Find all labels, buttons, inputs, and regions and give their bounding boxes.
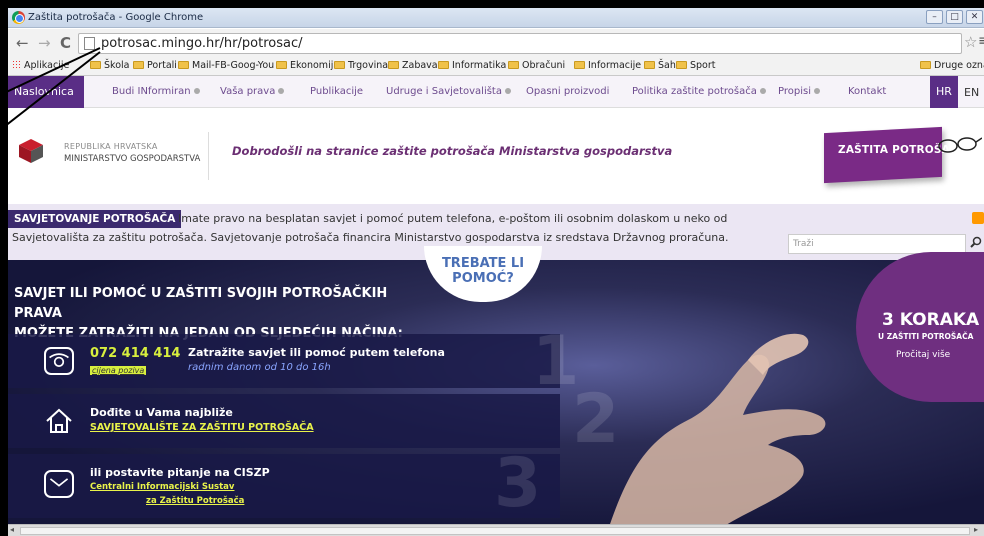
- bookmark-star-icon[interactable]: ☆: [964, 33, 977, 51]
- rss-icon[interactable]: [972, 212, 984, 224]
- chrome-menu-icon[interactable]: ≡: [978, 33, 984, 49]
- bookmark-folder[interactable]: Portali: [133, 60, 177, 71]
- folder-icon: [178, 61, 189, 69]
- folder-icon: [508, 61, 519, 69]
- chrome-logo-icon: [12, 11, 25, 24]
- bookmark-other[interactable]: Druge oznake: [920, 60, 984, 71]
- help-row-visit[interactable]: Dođite u Vama najbliže SAVJETOVALIŠTE ZA…: [8, 380, 619, 459]
- help-hero: TREBATE LI POMOĆ? SAVJET ILI POMOĆ U ZAŠ…: [8, 246, 984, 530]
- ministry-cube-logo-icon[interactable]: [18, 138, 44, 164]
- help-row-ciszp[interactable]: ili postavite pitanje na CISZP Centralni…: [8, 444, 560, 523]
- nav-propisi[interactable]: Propisi: [778, 86, 820, 97]
- read-more-link[interactable]: Pročitaj više: [896, 350, 950, 360]
- bookmark-folder[interactable]: Šah: [644, 60, 676, 71]
- bookmark-folder[interactable]: Ekonomija: [276, 60, 339, 71]
- bookmarks-bar: Aplikacije Škola Portali Mail-FB-Goog-Yo…: [8, 57, 984, 76]
- nav-udruge[interactable]: Udruge i Savjetovališta: [386, 86, 511, 97]
- phone-help-text: Zatražite savjet ili pomoć putem telefon…: [188, 346, 445, 359]
- nav-politika[interactable]: Politika zaštite potrošača: [632, 86, 766, 97]
- folder-icon: [388, 61, 399, 69]
- phone-icon: [44, 347, 74, 375]
- step-number: 3: [494, 444, 542, 523]
- call-price-link[interactable]: cijena poziva: [90, 366, 147, 375]
- folder-icon: [334, 61, 345, 69]
- savjetovanje-text-2: Savjetovališta za zaštitu potrošača. Sav…: [12, 231, 729, 244]
- phone-hours-text: radnim danom od 10 do 16h: [188, 362, 331, 373]
- nav-opasni-proizvodi[interactable]: Opasni proizvodi: [526, 86, 609, 97]
- nav-budi-informiran[interactable]: Budi INformiran: [112, 86, 200, 97]
- step-number: 2: [572, 380, 620, 459]
- folder-icon: [644, 61, 655, 69]
- scrollbar-thumb[interactable]: [20, 527, 970, 535]
- bookmark-folder[interactable]: Zabava: [388, 60, 438, 71]
- nav-vasa-prava[interactable]: Vaša prava: [220, 86, 285, 97]
- bookmark-folder[interactable]: Sport: [676, 60, 716, 71]
- submenu-dot-icon: [278, 88, 285, 94]
- folder-icon: [276, 61, 287, 69]
- folder-icon: [676, 61, 687, 69]
- logo-republic-text: REPUBLIKA HRVATSKA: [64, 142, 158, 151]
- title-bar: Zaštita potrošača - Google Chrome – □ ✕: [8, 8, 984, 28]
- savjetovanje-text-1: Imate pravo na besplatan savjet i pomoć …: [178, 212, 728, 225]
- ciszp-link-1[interactable]: Centralni Informacijski Sustav: [90, 482, 234, 492]
- search-icon[interactable]: [970, 236, 982, 248]
- tri-koraka-panel[interactable]: 3 KORAKA U ZAŠTITI POTROŠAČA Pročitaj vi…: [856, 252, 984, 402]
- scroll-left-icon[interactable]: ◂: [10, 525, 14, 534]
- address-url[interactable]: potrosac.mingo.hr/hr/potrosac/: [101, 36, 302, 51]
- ciszp-link-2[interactable]: za Zaštitu Potrošača: [146, 496, 244, 506]
- submenu-dot-icon: [759, 88, 766, 94]
- koraka-subtitle: U ZAŠTITI POTROŠAČA: [878, 332, 974, 341]
- mail-icon: [44, 470, 74, 498]
- savjetovaliste-link[interactable]: SAVJETOVALIŠTE ZA ZAŠTITU POTROŠAČA: [90, 422, 314, 433]
- folder-icon: [438, 61, 449, 69]
- browser-window: Zaštita potrošača - Google Chrome – □ ✕ …: [8, 8, 984, 536]
- nav-kontakt[interactable]: Kontakt: [848, 86, 886, 97]
- search-input[interactable]: Traži: [788, 234, 966, 254]
- ciszp-text: ili postavite pitanje na CISZP: [90, 466, 270, 479]
- bookmark-folder[interactable]: Informacije: [574, 60, 641, 71]
- home-icon: [46, 408, 72, 433]
- scroll-right-icon[interactable]: ▸: [974, 525, 978, 534]
- site-navigation: Naslovnica Budi INformiran Vaša prava Pu…: [8, 76, 984, 108]
- submenu-dot-icon: [504, 88, 511, 94]
- bookmark-folder[interactable]: Informatika: [438, 60, 506, 71]
- address-bar[interactable]: potrosac.mingo.hr/hr/potrosac/: [78, 33, 962, 54]
- bookmark-folder[interactable]: Obračuni: [508, 60, 565, 71]
- site-header: REPUBLIKA HRVATSKA MINISTARSTVO GOSPODAR…: [8, 108, 984, 204]
- glasses-icon: [938, 137, 982, 153]
- savjetovanje-tag: SAVJETOVANJE POTROŠAČA: [8, 210, 182, 228]
- help-row-phone[interactable]: 072 414 414 cijena poziva Zatražite savj…: [8, 322, 579, 401]
- window-title: Zaštita potrošača - Google Chrome: [28, 12, 204, 23]
- minimize-button[interactable]: –: [926, 10, 943, 24]
- nav-publikacije[interactable]: Publikacije: [310, 86, 363, 97]
- submenu-dot-icon: [193, 88, 200, 94]
- folder-icon: [920, 61, 931, 69]
- divider: [208, 132, 209, 180]
- welcome-text: Dobrodošli na stranice zaštite potrošača…: [232, 144, 673, 158]
- visit-text: Dođite u Vama najbliže: [90, 406, 233, 419]
- horizontal-scrollbar[interactable]: ◂ ▸: [8, 524, 984, 536]
- language-en[interactable]: EN: [964, 86, 979, 99]
- bookmark-folder[interactable]: Mail-FB-Goog-You: [178, 60, 274, 71]
- maximize-button[interactable]: □: [946, 10, 963, 24]
- folder-icon: [133, 61, 144, 69]
- browser-toolbar: ← → C potrosac.mingo.hr/hr/potrosac/ ☆ ≡: [8, 29, 984, 57]
- submenu-dot-icon: [813, 88, 820, 94]
- koraka-title: 3 KORAKA: [882, 310, 980, 330]
- folder-icon: [574, 61, 585, 69]
- callout-pointer-lines: [0, 47, 101, 131]
- phone-number[interactable]: 072 414 414: [90, 346, 180, 361]
- logo-ministry-text: MINISTARSTVO GOSPODARSTVA: [64, 154, 201, 164]
- bookmark-folder[interactable]: Trgovina: [334, 60, 388, 71]
- trebate-pomoc-banner[interactable]: TREBATE LI POMOĆ?: [424, 246, 542, 302]
- language-hr[interactable]: HR: [930, 76, 958, 108]
- close-button[interactable]: ✕: [966, 10, 983, 24]
